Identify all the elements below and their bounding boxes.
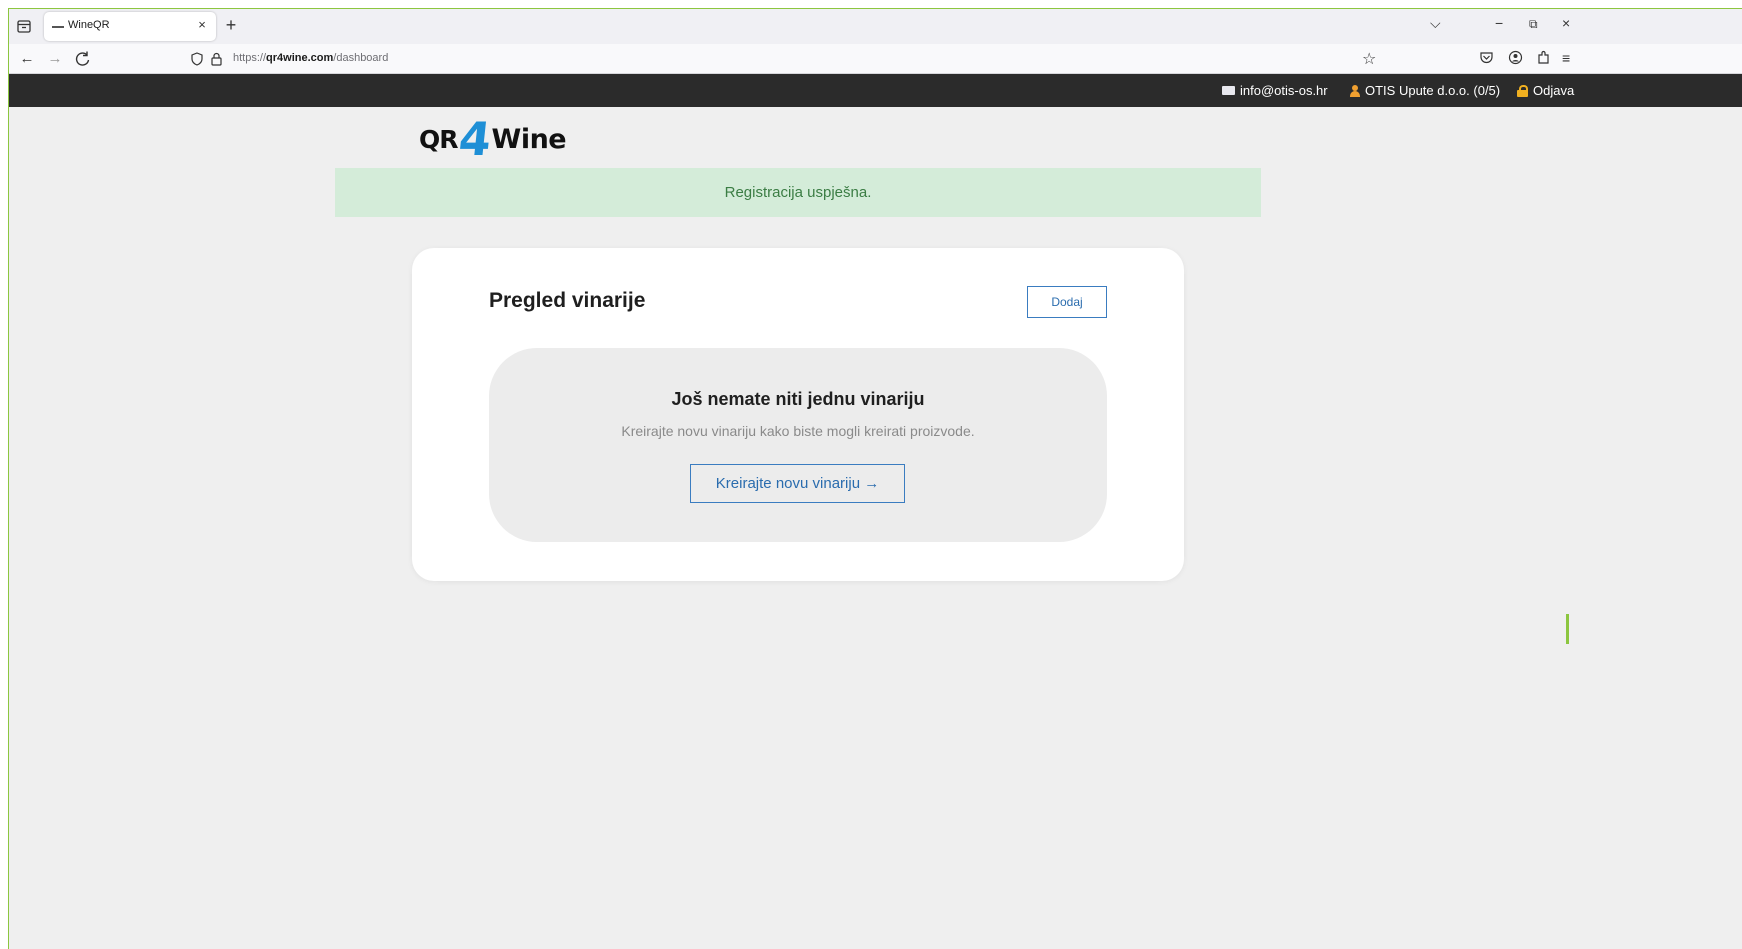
back-icon[interactable]: ← <box>17 49 37 69</box>
company-text: OTIS Upute d.o.o. (0/5) <box>1365 83 1501 98</box>
minimize-icon[interactable]: − <box>1495 15 1503 31</box>
winery-overview-card: Pregled vinarije Dodaj Još nemate niti j… <box>412 248 1184 581</box>
company-link[interactable]: OTIS Upute d.o.o. (0/5) <box>1350 83 1500 98</box>
logo-text-left: QR <box>419 124 459 154</box>
lock-icon <box>1517 84 1528 97</box>
tracking-shield-icon[interactable] <box>190 51 224 67</box>
bookmark-star-icon[interactable]: ☆ <box>1362 49 1376 69</box>
url-domain: qr4wine.com <box>266 52 334 64</box>
browser-window: WineQR × + ⌵ − ⧉ × ← → https://qr4wine.c… <box>8 8 1742 949</box>
user-icon <box>1350 84 1360 97</box>
logo-number: 4 <box>455 112 494 166</box>
success-alert: Registracija uspješna. <box>335 168 1261 217</box>
empty-state-description: Kreirajte novu vinariju kako biste mogli… <box>621 423 975 439</box>
list-all-tabs-icon[interactable]: ⌵ <box>1430 15 1441 32</box>
mail-icon <box>1222 86 1235 95</box>
account-icon[interactable] <box>1508 50 1523 65</box>
tab-title: WineQR <box>68 19 110 31</box>
tab-list-icon[interactable] <box>15 17 33 35</box>
email-link[interactable]: info@otis-os.hr <box>1222 83 1328 98</box>
tab-close-icon[interactable]: × <box>194 17 210 33</box>
scrollbar[interactable] <box>1566 614 1569 644</box>
create-winery-button[interactable]: Kreirajte novu vinariju → <box>690 464 905 503</box>
url-path: /dashboard <box>333 52 389 64</box>
close-window-icon[interactable]: × <box>1562 15 1570 31</box>
navigation-bar: ← → https://qr4wine.com/dashboard ☆ ≡ <box>9 44 1742 74</box>
browser-tab[interactable]: WineQR × <box>44 12 216 41</box>
new-tab-button[interactable]: + <box>222 15 240 35</box>
restore-icon[interactable]: ⧉ <box>1529 17 1538 32</box>
menu-icon[interactable]: ≡ <box>1562 50 1570 66</box>
logout-text: Odjava <box>1533 83 1575 98</box>
url-bar[interactable]: https://qr4wine.com/dashboard <box>233 52 388 64</box>
forward-icon[interactable]: → <box>45 49 65 69</box>
add-button[interactable]: Dodaj <box>1027 286 1107 318</box>
tab-bar: WineQR × + ⌵ − ⧉ × <box>9 9 1742 44</box>
site-logo[interactable]: QR 4 Wine <box>419 112 567 166</box>
extensions-icon[interactable] <box>1536 50 1551 65</box>
pocket-icon[interactable] <box>1479 50 1494 65</box>
site-top-bar: info@otis-os.hr OTIS Upute d.o.o. (0/5) … <box>9 74 1742 107</box>
favicon-icon <box>52 26 64 28</box>
email-text: info@otis-os.hr <box>1240 83 1328 98</box>
page-title: Pregled vinarije <box>489 289 646 312</box>
empty-state: Još nemate niti jednu vinariju Kreirajte… <box>489 348 1107 542</box>
reload-icon[interactable] <box>73 49 93 69</box>
empty-state-title: Još nemate niti jednu vinariju <box>671 389 925 409</box>
logout-link[interactable]: Odjava <box>1517 83 1574 98</box>
logo-text-right: Wine <box>491 123 567 155</box>
url-prefix: https:// <box>233 52 267 64</box>
